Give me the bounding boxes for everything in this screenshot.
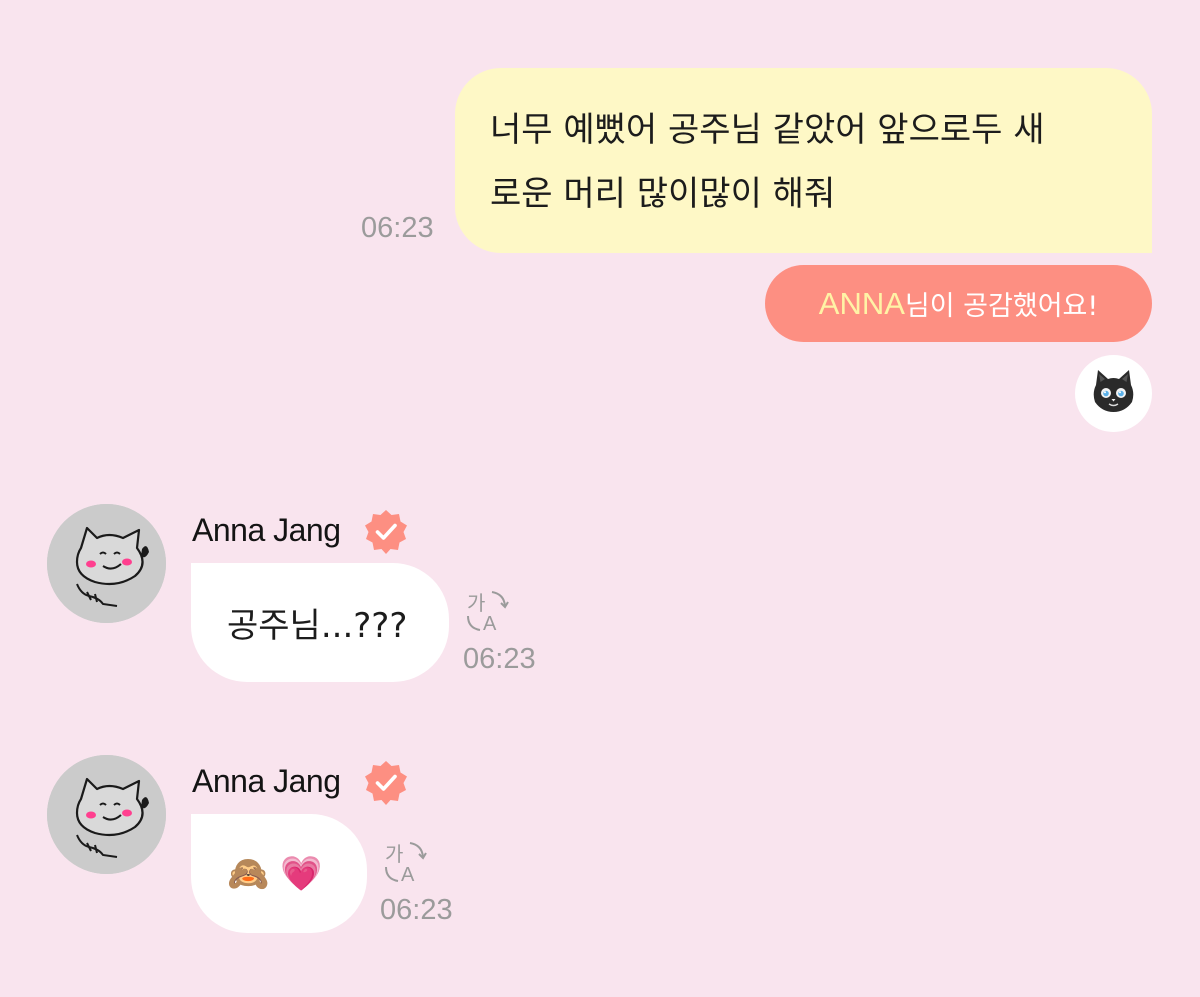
svg-text:가: 가: [385, 842, 403, 866]
reaction-user-name: ANNA: [818, 285, 905, 321]
incoming-message-bubble[interactable]: 🙈 💗: [191, 814, 367, 933]
verified-badge-icon: [365, 510, 407, 554]
black-cat-icon: [1093, 370, 1134, 412]
incoming-message-time: 06:23: [463, 643, 536, 675]
sender-name: Anna Jang: [192, 763, 341, 799]
doodle-cat-icon: [47, 755, 166, 874]
outgoing-message-bubble[interactable]: 너무 예뻤어 공주님 같았어 앞으로두 새 로운 머리 많이많이 해줘: [455, 68, 1152, 253]
outgoing-message-line: 너무 예뻤어 공주님 같았어 앞으로두 새: [490, 110, 1045, 150]
reaction-pill[interactable]: ANNA 님이 공감했어요!: [765, 265, 1152, 342]
svg-text:가: 가: [467, 591, 485, 615]
translate-icon[interactable]: 가 A: [382, 839, 428, 885]
sender-name: Anna Jang: [192, 512, 341, 548]
incoming-message-time: 06:23: [380, 894, 453, 926]
reactor-avatar[interactable]: [1075, 355, 1152, 432]
incoming-message-bubble[interactable]: 공주님...???: [191, 563, 449, 682]
incoming-emoji-text: 🙈 💗: [227, 853, 323, 894]
reaction-text: 님이 공감했어요!: [904, 291, 1099, 322]
sender-avatar[interactable]: [47, 755, 166, 874]
sender-avatar[interactable]: [47, 504, 166, 623]
svg-text:A: A: [401, 864, 415, 885]
outgoing-message-line: 로운 머리 많이많이 해줘: [490, 174, 836, 214]
verified-badge-icon: [365, 761, 407, 805]
outgoing-message-time: 06:23: [361, 212, 434, 244]
incoming-message-text: 공주님...???: [227, 606, 408, 646]
doodle-cat-icon: [47, 504, 166, 623]
translate-icon[interactable]: 가 A: [464, 588, 510, 634]
svg-text:A: A: [483, 613, 497, 634]
